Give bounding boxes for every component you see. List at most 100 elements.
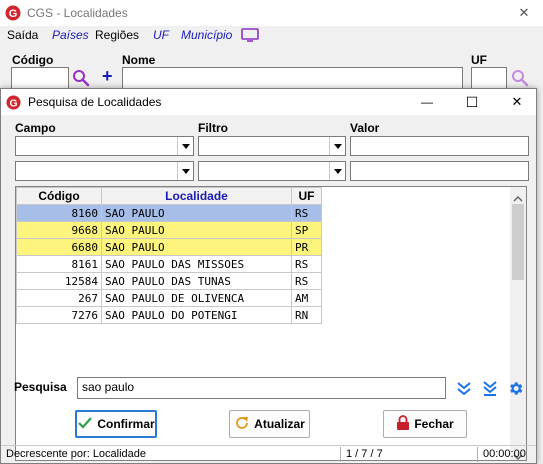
dialog-logo-icon: G — [6, 95, 21, 110]
row-uf: RS — [291, 272, 322, 290]
table-row-highlighted[interactable]: 6680 SAO PAULO PR — [16, 238, 322, 256]
row-code: 6680 — [16, 238, 102, 256]
row-name: SAO PAULO DAS TUNAS — [101, 272, 292, 290]
window-title: CGS - Localidades — [27, 6, 128, 20]
valor-header: Valor — [350, 121, 380, 135]
status-divider — [477, 447, 478, 462]
menu-saida[interactable]: Saída — [7, 27, 38, 43]
row-uf: AM — [291, 289, 322, 307]
codigo-label: Código — [12, 53, 54, 67]
scrollbar-thumb[interactable] — [512, 204, 524, 280]
campo-select-2[interactable] — [15, 161, 194, 181]
vertical-scrollbar[interactable] — [510, 187, 526, 460]
svg-text:G: G — [9, 98, 17, 109]
add-icon[interactable]: + — [102, 66, 113, 87]
confirm-button[interactable]: Confirmar — [75, 410, 157, 438]
dialog-title-bar: G Pesquisa de Localidades — ☐ ✕ — [1, 89, 536, 115]
chevron-down-icon[interactable] — [177, 162, 193, 180]
table-row-selected[interactable]: 8160 SAO PAULO RS — [16, 204, 322, 222]
chevron-down-icon[interactable] — [329, 162, 345, 180]
close-icon: ✕ — [518, 5, 530, 20]
dialog-title: Pesquisa de Localidades — [28, 95, 162, 109]
nome-input[interactable] — [122, 67, 463, 89]
scroll-up-icon[interactable] — [513, 191, 523, 205]
scroll-to-end-icon[interactable] — [482, 380, 498, 396]
menu-municipio[interactable]: Município — [181, 27, 232, 43]
pesquisa-input[interactable]: sao paulo — [77, 377, 446, 399]
status-bar: Decrescente por: Localidade 1 / 7 / 7 00… — [1, 445, 536, 464]
search-uf-icon[interactable] — [511, 69, 529, 87]
gear-icon[interactable] — [507, 380, 524, 397]
menu-paises[interactable]: Países — [52, 27, 89, 43]
check-icon — [77, 416, 93, 433]
menu-regioes[interactable]: Regiões — [95, 27, 139, 43]
row-uf: RS — [291, 255, 322, 273]
lock-icon — [396, 414, 410, 434]
row-code: 12584 — [16, 272, 102, 290]
row-name: SAO PAULO DO POTENGI — [101, 306, 292, 324]
row-code: 9668 — [16, 221, 102, 239]
refresh-icon — [234, 415, 250, 434]
column-header-codigo[interactable]: Código — [16, 187, 102, 205]
screen-icon[interactable] — [241, 28, 259, 42]
valor-input-2[interactable] — [350, 161, 529, 181]
confirm-label: Confirmar — [97, 417, 155, 431]
row-code: 267 — [16, 289, 102, 307]
valor-input-1[interactable] — [350, 136, 529, 156]
close-icon: ✕ — [511, 94, 523, 109]
search-codigo-icon[interactable] — [72, 69, 90, 87]
nome-label: Nome — [122, 53, 156, 67]
maximize-icon: ☐ — [465, 94, 479, 110]
dialog-close-button[interactable]: ✕ — [503, 92, 531, 112]
chevron-down-icon[interactable] — [177, 137, 193, 155]
codigo-input[interactable] — [11, 67, 69, 89]
main-close-button[interactable]: ✕ — [512, 3, 536, 23]
status-time: 00:00:00 — [483, 448, 526, 460]
campo-select-1[interactable] — [15, 136, 194, 156]
pesquisa-value: sao paulo — [82, 380, 135, 394]
pesquisa-label: Pesquisa — [14, 380, 67, 394]
status-records: 1 / 7 / 7 — [346, 448, 383, 460]
close-button[interactable]: Fechar — [383, 410, 467, 438]
row-name: SAO PAULO DE OLIVENCA — [101, 289, 292, 307]
refresh-button[interactable]: Atualizar — [229, 410, 310, 438]
row-code: 7276 — [16, 306, 102, 324]
row-uf: RS — [291, 204, 322, 222]
table-row-highlighted[interactable]: 9668 SAO PAULO SP — [16, 221, 322, 239]
results-table: Código Localidade UF 8160 SAO PAULO RS 9… — [16, 187, 322, 324]
column-header-localidade[interactable]: Localidade — [101, 187, 292, 205]
svg-text:G: G — [9, 8, 18, 20]
app-logo-icon: G — [5, 5, 21, 21]
minimize-icon: — — [421, 95, 433, 109]
row-uf: RN — [291, 306, 322, 324]
dialog-maximize-button[interactable]: ☐ — [458, 92, 486, 112]
column-header-uf[interactable]: UF — [291, 187, 322, 205]
filtro-header: Filtro — [198, 121, 228, 135]
refresh-label: Atualizar — [254, 417, 305, 431]
table-header-row: Código Localidade UF — [16, 187, 322, 205]
row-name: SAO PAULO — [101, 238, 292, 256]
chevron-double-down-icon[interactable] — [456, 380, 472, 396]
close-label: Fechar — [414, 417, 454, 431]
row-name: SAO PAULO DAS MISSOES — [101, 255, 292, 273]
menu-uf[interactable]: UF — [153, 27, 169, 43]
table-row[interactable]: 8161 SAO PAULO DAS MISSOES RS — [16, 255, 322, 273]
uf-input[interactable] — [471, 67, 507, 89]
uf-label: UF — [471, 53, 487, 67]
search-dialog: G Pesquisa de Localidades — ☐ ✕ Campo Fi… — [0, 88, 537, 464]
table-row[interactable]: 12584 SAO PAULO DAS TUNAS RS — [16, 272, 322, 290]
campo-header: Campo — [15, 121, 56, 135]
chevron-down-icon[interactable] — [329, 137, 345, 155]
table-row[interactable]: 7276 SAO PAULO DO POTENGI RN — [16, 306, 322, 324]
table-row[interactable]: 267 SAO PAULO DE OLIVENCA AM — [16, 289, 322, 307]
row-uf: SP — [291, 221, 322, 239]
filtro-select-2[interactable] — [198, 161, 346, 181]
status-divider — [340, 447, 341, 462]
row-name: SAO PAULO — [101, 221, 292, 239]
row-name: SAO PAULO — [101, 204, 292, 222]
status-sort: Decrescente por: Localidade — [6, 448, 147, 460]
filtro-select-1[interactable] — [198, 136, 346, 156]
dialog-minimize-button[interactable]: — — [413, 92, 441, 112]
row-code: 8160 — [16, 204, 102, 222]
main-title-bar: G CGS - Localidades ✕ — [0, 0, 543, 26]
